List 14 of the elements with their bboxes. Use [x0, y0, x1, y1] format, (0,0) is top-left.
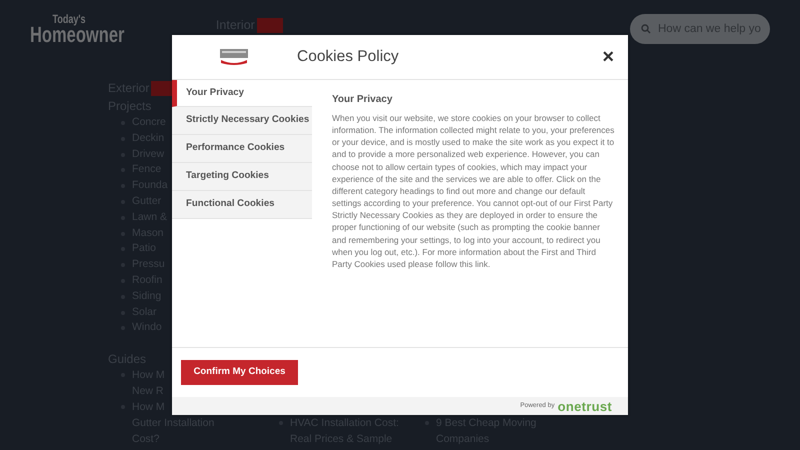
category-tab[interactable]: Targeting Cookies	[172, 163, 312, 191]
category-tab[interactable]: Your Privacy	[172, 80, 312, 107]
confirm-button[interactable]: Confirm My Choices	[181, 360, 298, 385]
content-title: Your Privacy	[332, 93, 394, 107]
category-tab[interactable]: Functional Cookies	[172, 191, 312, 219]
category-tab[interactable]: Strictly Necessary Cookies	[172, 107, 312, 135]
content-text: When you visit our website, we store cookies on your browser to collect information. The information collected might relate to you, your preferences or your device, and is mostly used to make the site work as you expect it to and to provide a more personalized web experience. However, you can choose not to allow certain types of cookies, which may impact your experience of the site and the services we are able to offer. Click on the different category headings to find out more and change our default settings according to your preference. You cannot opt-out of our First Party Strictly Necessary Cookies as they are deployed in order to ensure the proper functioning of our website (such as prompting the cookie banner and remembering your settings, to log into your account, to redirect you when you log out, etc.). For more information about the First and Third Party Cookies used please follow this link.	[332, 112, 616, 270]
site-logo[interactable]: Today's Homeowner	[30, 14, 124, 45]
dropdown-marker[interactable]	[256, 18, 283, 33]
category-tab[interactable]: Performance Cookies	[172, 135, 312, 163]
close-button[interactable]: ×	[600, 47, 616, 67]
logo-icon	[219, 48, 249, 66]
dialog-title: Cookies Policy	[297, 47, 399, 68]
brand-logo[interactable]: onetrust	[558, 400, 612, 412]
